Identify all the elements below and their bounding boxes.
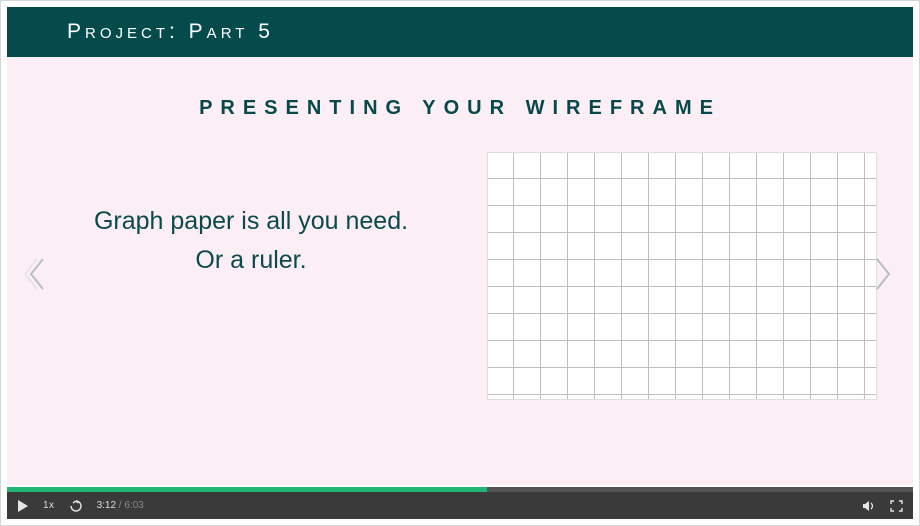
play-icon <box>17 500 29 512</box>
chevron-right-icon <box>871 257 895 291</box>
volume-button[interactable] <box>862 500 876 512</box>
slide-subtitle: Presenting Your Wireframe <box>7 97 913 120</box>
duration: 6:03 <box>124 500 143 511</box>
video-player-bar: 1x 3:12 / 6:03 <box>7 487 913 519</box>
play-button[interactable] <box>17 500 29 512</box>
prev-slide-button[interactable] <box>25 257 49 291</box>
playback-speed-button[interactable]: 1x <box>43 500 55 511</box>
fullscreen-icon <box>890 500 903 512</box>
slide-content: Graph paper is all you need. Or a ruler. <box>7 152 913 400</box>
rewind-button[interactable] <box>69 500 83 512</box>
slide-header: Project: Part 5 <box>7 7 913 57</box>
header-title: Project: Part 5 <box>67 20 274 44</box>
current-time: 3:12 <box>97 500 116 511</box>
time-display: 3:12 / 6:03 <box>97 500 144 511</box>
body-line-1: Graph paper is all you need. <box>44 202 459 241</box>
rewind-icon <box>69 500 83 512</box>
progress-track[interactable] <box>7 487 913 492</box>
chevron-left-icon <box>25 257 49 291</box>
graph-paper-image <box>487 152 877 400</box>
next-slide-button[interactable] <box>871 257 895 291</box>
fullscreen-button[interactable] <box>890 500 903 512</box>
progress-fill <box>7 487 487 492</box>
volume-icon <box>862 500 876 512</box>
body-line-2: Or a ruler. <box>44 241 459 280</box>
slide-area: Project: Part 5 Presenting Your Wirefram… <box>7 7 913 485</box>
body-text: Graph paper is all you need. Or a ruler. <box>44 202 459 280</box>
